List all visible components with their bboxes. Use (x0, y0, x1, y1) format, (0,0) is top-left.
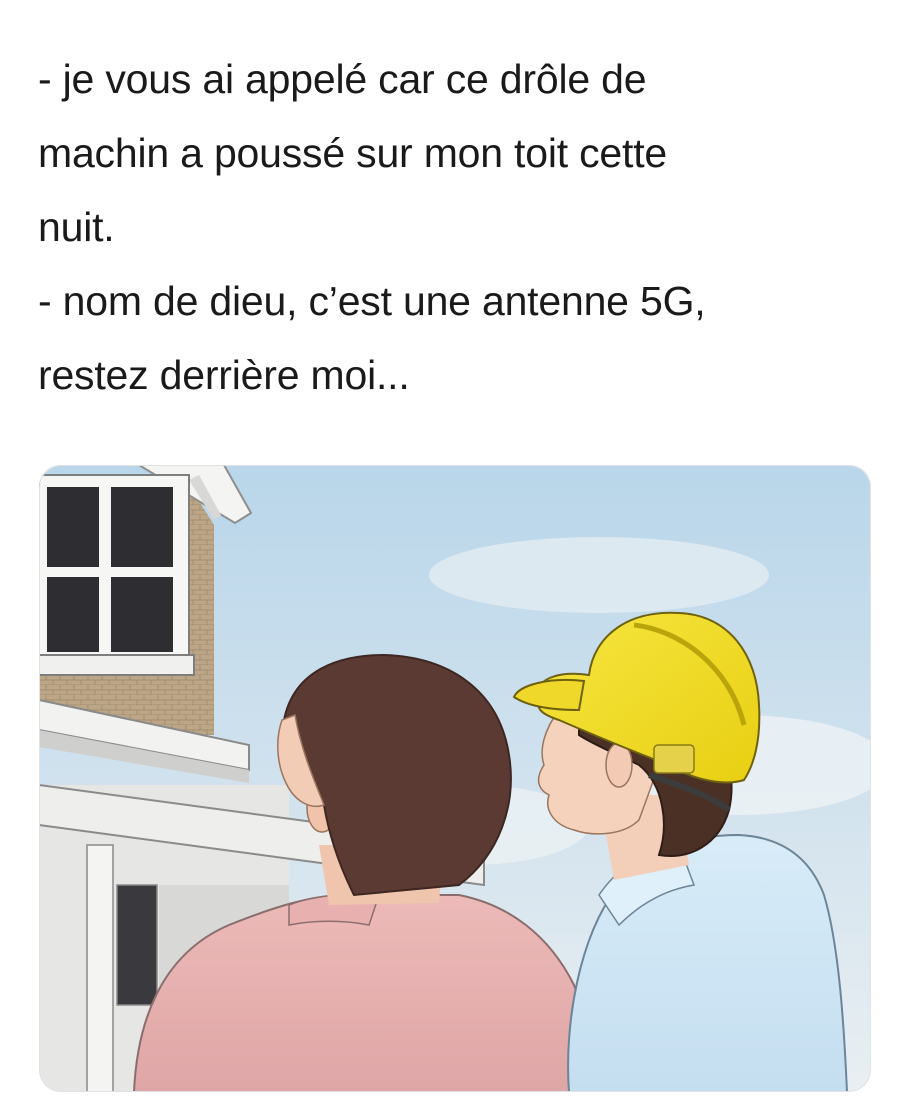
window-sill (39, 654, 195, 676)
meme-caption: - je vous ai appelé car ce drôle de mach… (38, 42, 888, 412)
caption-line-5: restez derrière moi... (38, 352, 410, 398)
window-pane (111, 487, 173, 567)
window-pane (47, 577, 99, 652)
window-pane (111, 577, 173, 652)
porch-column (86, 844, 114, 1092)
caption-line-4: - nom de dieu, c’est une antenne 5G, (38, 278, 706, 324)
caption-line-1: - je vous ai appelé car ce drôle de (38, 56, 647, 102)
cloud (429, 537, 769, 613)
caption-line-3: nuit. (38, 204, 115, 250)
caption-line-2: machin a poussé sur mon toit cette (38, 130, 668, 176)
porch-window (116, 884, 158, 1006)
meme-illustration (39, 465, 871, 1092)
window-pane (47, 487, 99, 567)
hard-hat-slot (653, 744, 695, 774)
illustration-svg (39, 465, 871, 1092)
